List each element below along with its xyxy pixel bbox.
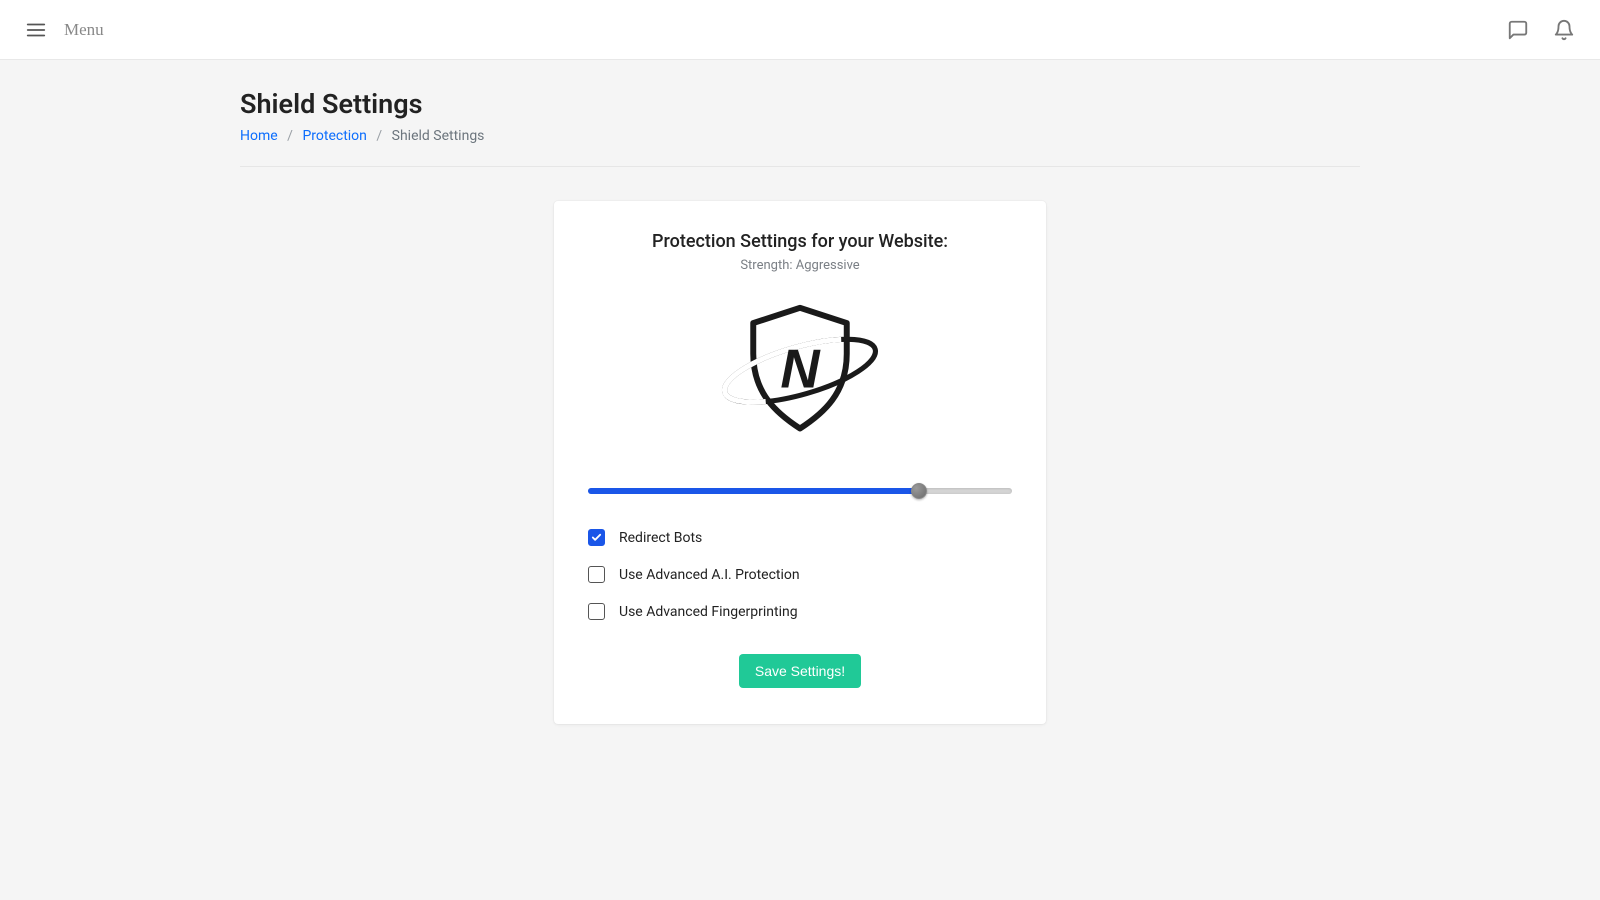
card-title: Protection Settings for your Website: xyxy=(588,231,1012,252)
checkbox-label: Use Advanced A.I. Protection xyxy=(619,567,800,583)
card-wrap: Protection Settings for your Website: St… xyxy=(240,201,1360,724)
save-wrap: Save Settings! xyxy=(588,654,1012,688)
strength-prefix: Strength: xyxy=(740,258,795,273)
breadcrumb-separator: / xyxy=(376,128,382,144)
topbar: Menu xyxy=(0,0,1600,60)
hamburger-icon[interactable] xyxy=(24,18,48,42)
slider-fill xyxy=(588,488,919,494)
page: Shield Settings Home / Protection / Shie… xyxy=(240,60,1360,764)
breadcrumb: Home / Protection / Shield Settings xyxy=(240,128,1360,167)
checkbox-redirect-bots[interactable]: Redirect Bots xyxy=(588,529,1012,546)
checkbox-input[interactable] xyxy=(588,603,605,620)
checkbox-ai-protection[interactable]: Use Advanced A.I. Protection xyxy=(588,566,1012,583)
strength-value: Aggressive xyxy=(796,258,860,273)
strength-slider[interactable] xyxy=(588,479,1012,503)
page-title: Shield Settings xyxy=(240,88,1360,120)
checkbox-input[interactable] xyxy=(588,566,605,583)
breadcrumb-separator: / xyxy=(287,128,293,144)
slider-thumb[interactable] xyxy=(911,483,927,499)
checkbox-label: Use Advanced Fingerprinting xyxy=(619,604,798,620)
chat-icon[interactable] xyxy=(1506,18,1530,42)
checkbox-fingerprinting[interactable]: Use Advanced Fingerprinting xyxy=(588,603,1012,620)
shield-logo: N xyxy=(588,299,1012,439)
checkbox-group: Redirect Bots Use Advanced A.I. Protecti… xyxy=(588,529,1012,620)
breadcrumb-current: Shield Settings xyxy=(392,128,485,144)
svg-text:N: N xyxy=(780,339,821,400)
bell-icon[interactable] xyxy=(1552,18,1576,42)
settings-card: Protection Settings for your Website: St… xyxy=(554,201,1046,724)
card-subtitle: Strength: Aggressive xyxy=(588,258,1012,273)
menu-label[interactable]: Menu xyxy=(64,20,104,40)
save-button[interactable]: Save Settings! xyxy=(739,654,861,688)
checkbox-label: Redirect Bots xyxy=(619,530,702,546)
breadcrumb-protection[interactable]: Protection xyxy=(302,128,366,144)
breadcrumb-home[interactable]: Home xyxy=(240,128,278,144)
checkbox-input[interactable] xyxy=(588,529,605,546)
topbar-left: Menu xyxy=(24,18,104,42)
topbar-right xyxy=(1506,18,1576,42)
